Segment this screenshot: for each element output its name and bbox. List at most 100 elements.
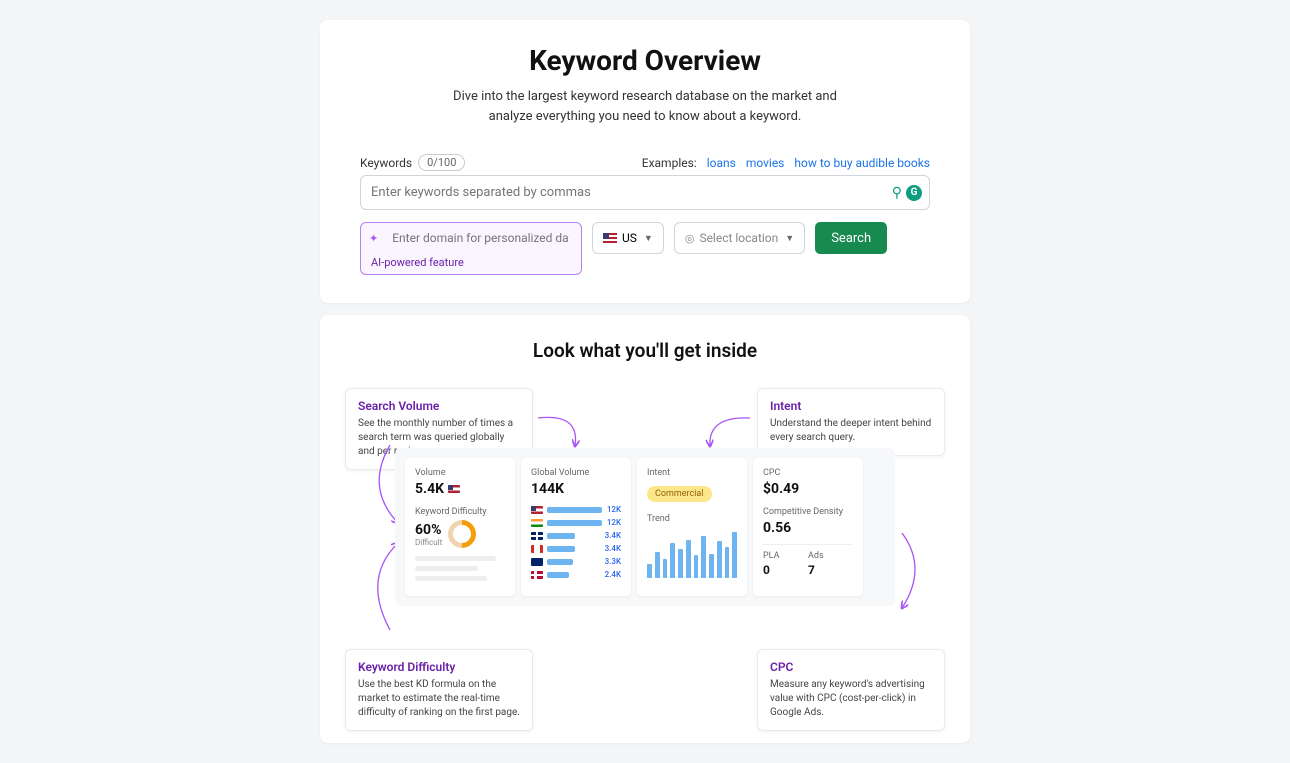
placeholder-line (415, 556, 496, 561)
placeholder-line (415, 576, 487, 581)
flag-icon (531, 506, 543, 514)
trend-bar (686, 540, 691, 578)
target-icon: ◎ (685, 232, 695, 245)
metric-volume: Volume 5.4K Keyword Difficulty 60% Diffi… (405, 458, 515, 596)
domain-box: ✦ AI-powered feature (360, 222, 582, 275)
cd-value: 0.56 (763, 520, 853, 536)
cpc-label: CPC (763, 468, 853, 478)
location-placeholder: Select location (699, 231, 778, 245)
callout-title: Intent (770, 399, 932, 413)
cd-label: Competitive Density (763, 507, 853, 517)
callout-body: Understand the deeper intent behind ever… (770, 417, 932, 445)
gv-bar (547, 507, 602, 513)
trend-label: Trend (647, 514, 737, 524)
ai-feature-caption: AI-powered feature (361, 253, 581, 274)
trend-bar (663, 559, 668, 578)
country-code: US (622, 231, 637, 245)
flag-icon (531, 532, 543, 540)
location-pin-icon[interactable]: ⚲ (892, 185, 902, 201)
example-link[interactable]: movies (746, 156, 785, 170)
example-link[interactable]: loans (707, 156, 736, 170)
trend-bar (701, 536, 706, 578)
chevron-down-icon: ▼ (644, 233, 653, 244)
trend-bar (647, 564, 652, 578)
trend-bar (717, 541, 722, 578)
intent-label: Intent (647, 468, 737, 478)
input-icons: ⚲ G (892, 185, 922, 201)
gv-row-value: 3.4K (605, 531, 621, 540)
preview-card: Look what you'll get inside Search Volum… (320, 315, 970, 743)
us-flag-icon (603, 233, 617, 243)
location-select[interactable]: ◎ Select location ▼ (674, 222, 805, 254)
trend-bar (725, 547, 730, 578)
gv-row-value: 3.4K (605, 544, 621, 553)
gv-country-list: 12K 12K 3.4K 3.4K 3.3K 2.4K (531, 505, 621, 579)
grammarly-icon[interactable]: G (906, 185, 922, 201)
callout-keyword-difficulty: Keyword Difficulty Use the best KD formu… (345, 649, 533, 731)
kd-percent: 60% (415, 522, 442, 538)
hero-card: Keyword Overview Dive into the largest k… (320, 20, 970, 303)
chevron-down-icon: ▼ (785, 233, 794, 244)
pla-label: PLA (763, 551, 808, 561)
gv-bar (547, 520, 602, 526)
us-flag-icon (448, 485, 460, 493)
pla-value: 0 (763, 563, 808, 577)
callout-title: Search Volume (358, 399, 520, 413)
volume-value: 5.4K (415, 481, 444, 497)
gv-row-value: 2.4K (605, 570, 621, 579)
trend-bar (670, 543, 675, 578)
callout-body: Measure any keyword's advertising value … (770, 678, 932, 720)
preview-heading: Look what you'll get inside (350, 339, 940, 362)
donut-chart-icon (442, 514, 482, 554)
metric-global-volume: Global Volume 144K 12K 12K 3.4K 3.4K 3.3K 2.4… (521, 458, 631, 596)
gv-label: Global Volume (531, 468, 621, 478)
search-button[interactable]: Search (815, 222, 887, 254)
kd-difficulty: Difficult (415, 538, 442, 547)
trend-bar (709, 554, 714, 578)
trend-bar (694, 555, 699, 578)
trend-bar (732, 532, 737, 578)
gv-row-value: 12K (607, 518, 621, 527)
keyword-input[interactable] (360, 175, 930, 210)
callout-intent: Intent Understand the deeper intent behi… (757, 388, 945, 456)
cpc-value: $0.49 (763, 481, 853, 497)
keyword-input-wrap: ⚲ G (360, 175, 930, 210)
kd-label: Keyword Difficulty (415, 507, 505, 517)
volume-label: Volume (415, 468, 505, 478)
gv-bar (547, 533, 575, 539)
trend-bar (655, 552, 660, 578)
domain-input[interactable] (382, 223, 579, 253)
ads-label: Ads (808, 551, 853, 561)
gv-row-value: 3.3K (605, 557, 621, 566)
dashboard-preview: Volume 5.4K Keyword Difficulty 60% Diffi… (395, 448, 895, 606)
callout-title: CPC (770, 660, 932, 674)
gv-bar (547, 546, 575, 552)
callout-title: Keyword Difficulty (358, 660, 520, 674)
gv-row: 12K (531, 505, 621, 514)
gv-row: 3.4K (531, 531, 621, 540)
gv-bar (547, 559, 573, 565)
example-link[interactable]: how to buy audible books (794, 156, 930, 170)
gv-value: 144K (531, 481, 621, 497)
gv-bar (547, 572, 569, 578)
trend-chart (647, 530, 737, 578)
page-subtitle: Dive into the largest keyword research d… (435, 87, 855, 126)
keyword-toprow: Keywords 0/100 Examples: loans movies ho… (360, 154, 930, 171)
page-title: Keyword Overview (360, 44, 930, 77)
country-select[interactable]: US ▼ (592, 222, 664, 254)
keywords-count-chip: 0/100 (418, 154, 465, 171)
flag-icon (531, 519, 543, 527)
flag-icon (531, 545, 543, 553)
sparkle-icon: ✦ (369, 232, 378, 245)
examples-row: Examples: loans movies how to buy audibl… (642, 156, 930, 170)
metric-intent-trend: Intent Commercial Trend (637, 458, 747, 596)
keywords-label: Keywords (360, 156, 412, 170)
callout-body: Use the best KD formula on the market to… (358, 678, 520, 720)
flag-icon (531, 571, 543, 579)
gv-row: 12K (531, 518, 621, 527)
gv-row: 3.4K (531, 544, 621, 553)
ads-value: 7 (808, 563, 853, 577)
preview-arena: Search Volume See the monthly number of … (350, 388, 940, 703)
flag-icon (531, 558, 543, 566)
placeholder-line (415, 566, 478, 571)
